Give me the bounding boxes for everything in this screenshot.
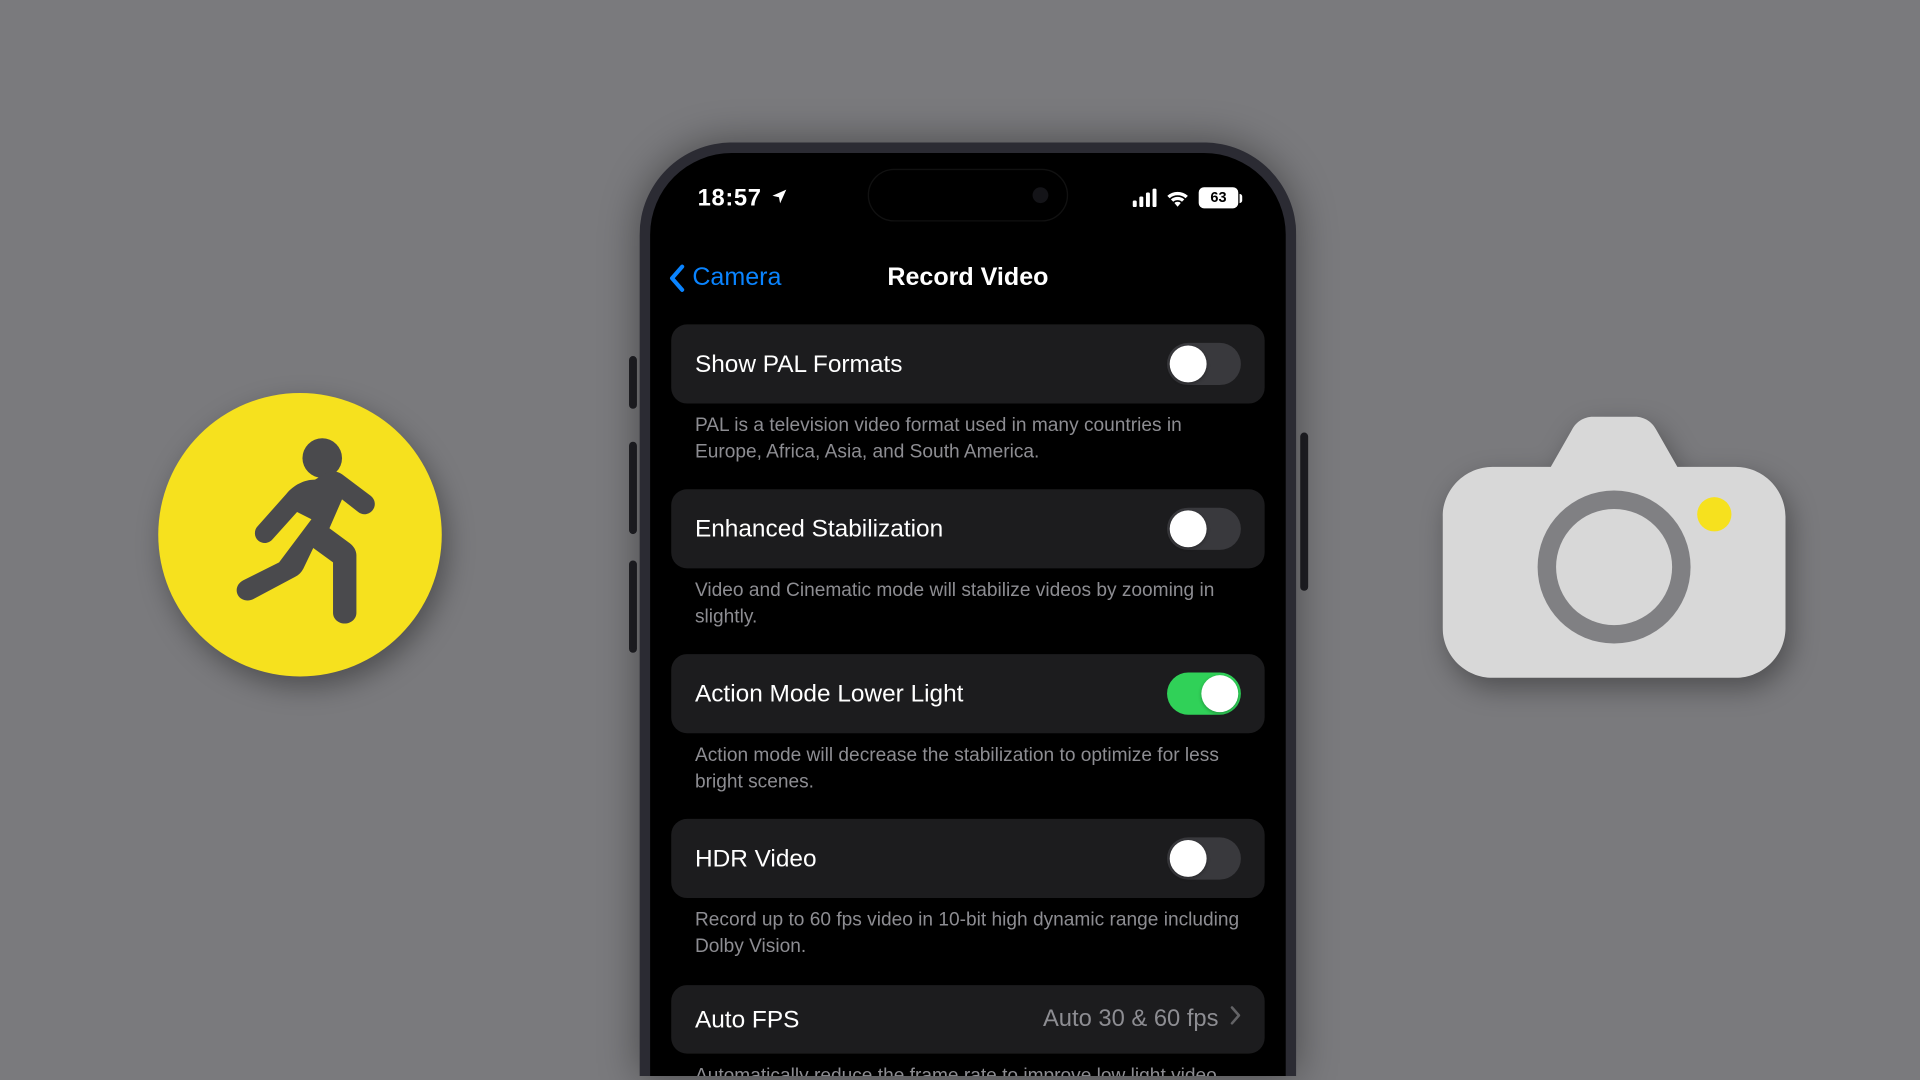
- row-label: HDR Video: [695, 844, 817, 873]
- row-label: Action Mode Lower Light: [695, 679, 964, 708]
- back-label: Camera: [692, 264, 781, 293]
- row-label: Show PAL Formats: [695, 349, 902, 378]
- footer-action-mode: Action mode will decrease the stabilizat…: [671, 734, 1264, 796]
- group-auto-fps: Auto FPS Auto 30 & 60 fps Automatically …: [671, 984, 1264, 1076]
- row-auto-fps[interactable]: Auto FPS Auto 30 & 60 fps: [671, 984, 1264, 1053]
- status-time: 18:57: [698, 184, 762, 212]
- footer-stabilization: Video and Cinematic mode will stabilize …: [671, 569, 1264, 631]
- battery-indicator: 63: [1199, 187, 1239, 208]
- group-pal: Show PAL Formats PAL is a television vid…: [671, 324, 1264, 465]
- chevron-left-icon: [669, 264, 687, 293]
- group-stabilization: Enhanced Stabilization Video and Cinemat…: [671, 489, 1264, 630]
- row-value: Auto 30 & 60 fps: [1043, 1005, 1219, 1033]
- row-label: Enhanced Stabilization: [695, 514, 943, 543]
- iphone-frame: 18:57 63 Camera Record Video: [640, 142, 1297, 1076]
- toggle-action-mode-lower-light[interactable]: [1167, 673, 1241, 715]
- footer-auto-fps: Automatically reduce the frame rate to i…: [671, 1053, 1264, 1076]
- row-show-pal-formats[interactable]: Show PAL Formats: [671, 324, 1264, 403]
- toggle-enhanced-stabilization[interactable]: [1167, 508, 1241, 550]
- group-action-mode: Action Mode Lower Light Action mode will…: [671, 654, 1264, 795]
- chevron-right-icon: [1229, 1005, 1241, 1033]
- phone-mute-switch: [629, 356, 637, 409]
- nav-bar: Camera Record Video: [650, 248, 1286, 309]
- row-action-mode-lower-light[interactable]: Action Mode Lower Light: [671, 654, 1264, 733]
- settings-list[interactable]: Show PAL Formats PAL is a television vid…: [671, 324, 1264, 1076]
- group-hdr: HDR Video Record up to 60 fps video in 1…: [671, 819, 1264, 960]
- row-enhanced-stabilization[interactable]: Enhanced Stabilization: [671, 489, 1264, 568]
- status-bar: 18:57 63: [650, 171, 1286, 224]
- phone-volume-down: [629, 560, 637, 652]
- row-hdr-video[interactable]: HDR Video: [671, 819, 1264, 898]
- page-title: Record Video: [887, 264, 1048, 293]
- toggle-hdr-video[interactable]: [1167, 838, 1241, 880]
- phone-side-button: [1300, 433, 1308, 591]
- toggle-show-pal-formats[interactable]: [1167, 343, 1241, 385]
- wifi-icon: [1166, 189, 1190, 207]
- back-button[interactable]: Camera: [669, 264, 782, 293]
- location-arrow-icon: [770, 184, 788, 212]
- footer-hdr: Record up to 60 fps video in 10-bit high…: [671, 899, 1264, 961]
- phone-volume-up: [629, 442, 637, 534]
- camera-app-icon: [1443, 409, 1786, 679]
- cellular-signal-icon: [1133, 189, 1157, 207]
- row-label: Auto FPS: [695, 1004, 799, 1033]
- footer-pal: PAL is a television video format used in…: [671, 404, 1264, 466]
- running-person-icon: [158, 393, 442, 677]
